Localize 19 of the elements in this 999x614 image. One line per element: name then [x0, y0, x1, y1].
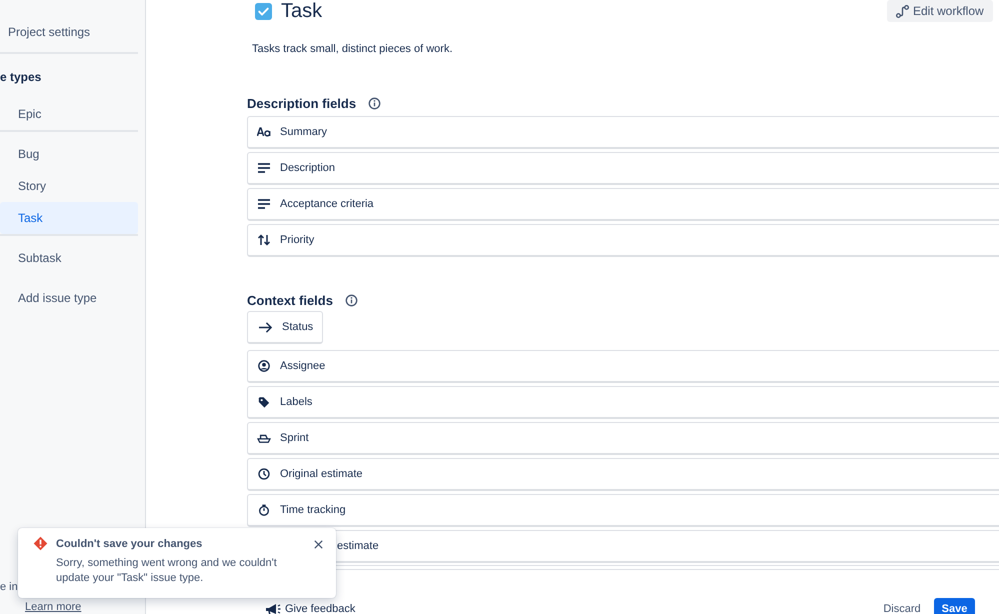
field-label: Original estimate [280, 468, 363, 480]
sidebar-note: e in [0, 580, 18, 594]
field-label: estimate [337, 540, 379, 552]
field-label: Assignee [280, 360, 326, 372]
field-label: Summary [280, 126, 328, 138]
toast-title: Couldn't save your changes [56, 537, 204, 552]
issue-type-title: Task [281, 0, 322, 22]
issue-type-description: Tasks track small, distinct pieces of work. [252, 42, 454, 56]
section-title: Context fields [247, 292, 333, 308]
section-title: Description fields [247, 96, 356, 110]
field-label: Sprint [280, 432, 309, 444]
toast-message: Sorry, something went wrong and we couldn't update your "Task" issue type. [56, 556, 278, 586]
field-label: Status [282, 321, 314, 333]
field-label: Priority [280, 234, 314, 246]
field-label: Acceptance criteria [280, 198, 374, 210]
section-heading: e types [0, 69, 42, 86]
field-label: Description [280, 162, 336, 174]
field-label: Time tracking [280, 504, 346, 516]
field-label: Labels [280, 396, 312, 408]
